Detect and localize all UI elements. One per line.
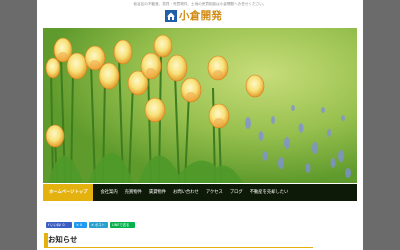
twitter-share-button[interactable]: ✕ 0 <box>74 221 87 228</box>
page: 仮谷区の不動産、賃貸・売買物件、土地の売買相談は小倉開発へお任せください。 小倉… <box>37 0 363 250</box>
post-button[interactable]: ✕ ポスト <box>89 221 108 228</box>
news-section: お知らせ <box>44 233 313 250</box>
facebook-like-label: いいね! 0 <box>50 222 65 227</box>
nav-item-contact[interactable]: お問い合わせ <box>173 184 199 201</box>
post-label: ポスト <box>94 222 105 227</box>
house-icon <box>165 10 177 22</box>
section-title: お知らせ <box>48 235 78 244</box>
section-divider <box>44 247 313 248</box>
nav-item-sales[interactable]: 売買物件 <box>125 184 142 201</box>
x-icon: ✕ <box>91 222 94 227</box>
nav-item-sell-property[interactable]: 不動産を売却したい <box>250 184 289 201</box>
facebook-icon: f <box>48 222 50 227</box>
hero-image <box>43 28 357 183</box>
facebook-like-button[interactable]: f いいね! 0 <box>46 221 72 228</box>
twitter-count: 0 <box>79 222 83 227</box>
nav-item-home[interactable]: ホームページトップ <box>43 184 94 201</box>
nav-item-blog[interactable]: ブログ <box>230 184 243 201</box>
nav-item-rentals[interactable]: 賃貸物件 <box>149 184 166 201</box>
site-logo[interactable]: 小倉開発 <box>165 9 222 23</box>
site-title: 小倉開発 <box>179 10 223 22</box>
line-share-button[interactable]: LINEで送る <box>110 221 135 228</box>
site-tagline: 仮谷区の不動産、賃貸・売買物件、土地の売買相談は小倉開発へお任せください。 <box>133 2 267 6</box>
line-share-label: LINEで送る <box>112 222 130 227</box>
bird-icon: ✕ <box>76 222 79 227</box>
main-nav: ホームページトップ 会社案内 売買物件 賃貸物件 お問い合わせ アクセス ブログ… <box>43 184 357 201</box>
nav-item-company[interactable]: 会社案内 <box>100 184 117 201</box>
nav-item-access[interactable]: アクセス <box>206 184 223 201</box>
social-buttons: f いいね! 0 ✕ 0 ✕ ポスト LINEで送る <box>46 221 137 228</box>
tulip-field-photo <box>43 28 357 183</box>
